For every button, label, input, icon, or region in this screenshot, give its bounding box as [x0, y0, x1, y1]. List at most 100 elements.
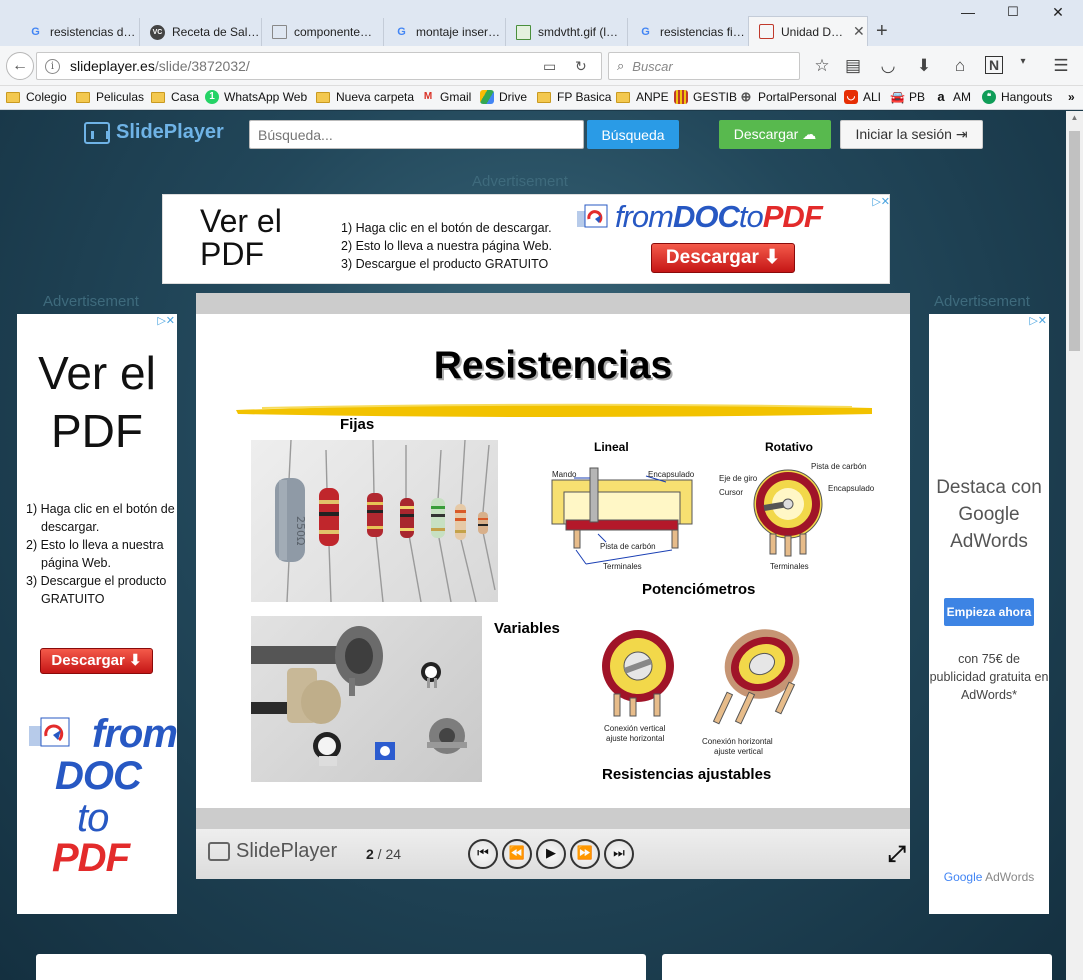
slideplayer-logo-icon [84, 121, 110, 144]
ad-headline: Destaca con Google AdWords [936, 477, 1042, 552]
related-presentations-card [662, 954, 1052, 980]
slide: Resistencias Fijas 250Ω Lineal Mando Enc… [196, 314, 910, 808]
play-button[interactable]: ▶ [536, 839, 566, 869]
rotativo-label: Rotativo [765, 440, 813, 454]
download-button[interactable]: Descargar ☁ [719, 120, 831, 149]
scroll-up-icon[interactable]: ▲ [1066, 113, 1083, 122]
adchoices-icon[interactable]: ▷✕ [860, 195, 890, 210]
tab-5[interactable]: smdvtht.gif (l… [506, 18, 628, 46]
url-bar[interactable]: i slideplayer.es /slide/3872032/ ▭ ↻ [36, 52, 602, 80]
extension-n-icon[interactable]: N [985, 56, 1003, 74]
ad-download-button[interactable]: Descargar ⬇ [651, 243, 795, 273]
tab-active[interactable]: Unidad D… ✕ [748, 16, 868, 46]
bookmark-drive[interactable]: Drive [480, 90, 527, 104]
reload-icon[interactable]: ↻ [575, 58, 587, 75]
tab-1[interactable]: G resistencias d… [18, 18, 140, 46]
encapsulado-rot-label: Encapsulado [828, 484, 875, 493]
google-adwords-logo: Google AdWords [943, 870, 1035, 884]
bookmark-gestib[interactable]: GESTIB [674, 90, 737, 104]
login-label: Iniciar la sesión [855, 126, 952, 142]
ad-step: 2) Esto lo lleva a nuestra página Web. [26, 538, 164, 570]
scrollbar-thumb[interactable] [1069, 131, 1080, 351]
fromdoctopdf-logo-icon [29, 717, 70, 747]
site-search-button[interactable]: Búsqueda [587, 120, 679, 149]
terminales-label: Terminales [603, 562, 642, 571]
viewer-logo[interactable]: SlidePlayer [208, 840, 337, 863]
bookmark-am[interactable]: a AM [934, 89, 971, 105]
ad-download-button[interactable]: Descargar ⬇ [40, 648, 153, 674]
bookmark-gmail[interactable]: M Gmail [421, 90, 472, 104]
bookmark-label: ANPE [636, 90, 669, 104]
login-button[interactable]: Iniciar la sesión ⇥ [840, 120, 983, 149]
advertisement-label: Advertisement [472, 173, 568, 190]
fixed-resistors-photo: 250Ω [251, 440, 498, 602]
bookmark-whatsapp[interactable]: 1 WhatsApp Web [205, 90, 307, 104]
top-ad-banner[interactable]: Ver el PDF 1) Haga clic en el botón de de… [162, 194, 890, 284]
bookmark-star-icon[interactable]: ☆ [811, 56, 833, 76]
amazon-icon: a [937, 89, 945, 104]
reading-list-icon[interactable]: ▤ [842, 56, 864, 76]
search-bar[interactable]: ⌕ Buscar [608, 52, 800, 80]
reader-view-icon[interactable]: ▭ [543, 58, 556, 75]
site-search-input[interactable] [249, 120, 584, 149]
yellow-underline [236, 403, 872, 417]
content-card [36, 954, 646, 980]
bookmark-pb[interactable]: 🚘 PB [890, 90, 925, 104]
bookmark-fp-basica[interactable]: FP Basica [537, 90, 611, 104]
maximize-button[interactable]: ☐ [993, 4, 1033, 20]
info-icon[interactable]: i [45, 58, 60, 74]
tab-2[interactable]: VC Receta de Sal… [140, 18, 262, 46]
more-bookmarks-button[interactable]: » [1068, 90, 1075, 104]
chevron-down-icon[interactable]: ▾ [1012, 56, 1034, 67]
fullscreen-icon[interactable]: ⤢ [888, 841, 906, 867]
tab-title: componente… [294, 25, 373, 39]
bookmark-colegio[interactable]: Colegio [6, 90, 67, 104]
cloud-download-icon: ☁ [802, 126, 817, 142]
first-slide-button[interactable]: ⏮ [468, 839, 498, 869]
tab-title: Unidad D… [781, 24, 844, 39]
bookmark-portalpersonal[interactable]: ⊕ PortalPersonal [739, 90, 837, 105]
image-icon [516, 24, 531, 40]
adchoices-icon[interactable]: ▷✕ [145, 314, 175, 329]
tab-4[interactable]: G montaje inser… [384, 18, 506, 46]
download-label: Descargar [733, 126, 799, 142]
resistor-marking: 250Ω [294, 516, 307, 545]
viewer-controls: SlidePlayer 2 / 24 ⏮ ⏪ ▶ ⏩ ⏭ ⤢ [196, 829, 910, 879]
next-slide-button[interactable]: ⏩ [570, 839, 600, 869]
previous-slide-button[interactable]: ⏪ [502, 839, 532, 869]
sign-in-icon: ⇥ [955, 126, 968, 142]
folder-icon [151, 91, 165, 103]
page-scrollbar[interactable]: ▲ [1066, 111, 1083, 980]
slideplayer-logo[interactable]: SlidePlayer [84, 121, 224, 144]
variable-resistors-photo [251, 616, 482, 782]
close-window-button[interactable]: ✕ [1038, 4, 1078, 21]
bookmark-anpe[interactable]: ANPE [616, 90, 669, 104]
right-ad-banner[interactable]: ▷✕ Destaca con Google AdWords Empieza ah… [929, 314, 1049, 914]
horizontal-adj-label: ajuste vertical [714, 747, 763, 756]
folder-icon [537, 91, 551, 103]
minimize-button[interactable]: — [948, 4, 988, 20]
tab-3[interactable]: componente… [262, 18, 384, 46]
bookmark-nueva-carpeta[interactable]: Nueva carpeta [316, 90, 414, 104]
bookmark-peliculas[interactable]: Peliculas [76, 90, 144, 104]
new-tab-button[interactable]: + [876, 20, 888, 43]
bookmark-ali[interactable]: ◡ ALI [844, 90, 881, 104]
home-icon[interactable]: ⌂ [949, 56, 971, 76]
vertical-adj-label: ajuste horizontal [606, 734, 665, 743]
logo-text: SlidePlayer [116, 121, 224, 143]
downloads-icon[interactable]: ⬇ [913, 56, 935, 76]
last-slide-button[interactable]: ⏭ [604, 839, 634, 869]
bookmark-casa[interactable]: Casa [151, 90, 199, 104]
adchoices-icon[interactable]: ▷✕ [1017, 314, 1047, 329]
close-tab-icon[interactable]: ✕ [853, 23, 865, 40]
back-button[interactable]: ← [6, 52, 34, 80]
tab-title: resistencias fi… [660, 25, 745, 39]
bookmark-hangouts[interactable]: ❝ Hangouts [982, 90, 1052, 104]
pocket-icon[interactable]: ◡ [877, 56, 899, 76]
ad-cta-button[interactable]: Empieza ahora [944, 598, 1034, 626]
left-ad-banner[interactable]: ▷✕ Ver el PDF 1) Haga clic en el botón de… [17, 314, 178, 914]
tab-6[interactable]: G resistencias fi… [628, 18, 750, 46]
menu-icon[interactable]: ☰ [1050, 56, 1072, 76]
fixed-resistors-image: 250Ω [275, 440, 496, 602]
ajustables-label: Resistencias ajustables [602, 766, 772, 783]
